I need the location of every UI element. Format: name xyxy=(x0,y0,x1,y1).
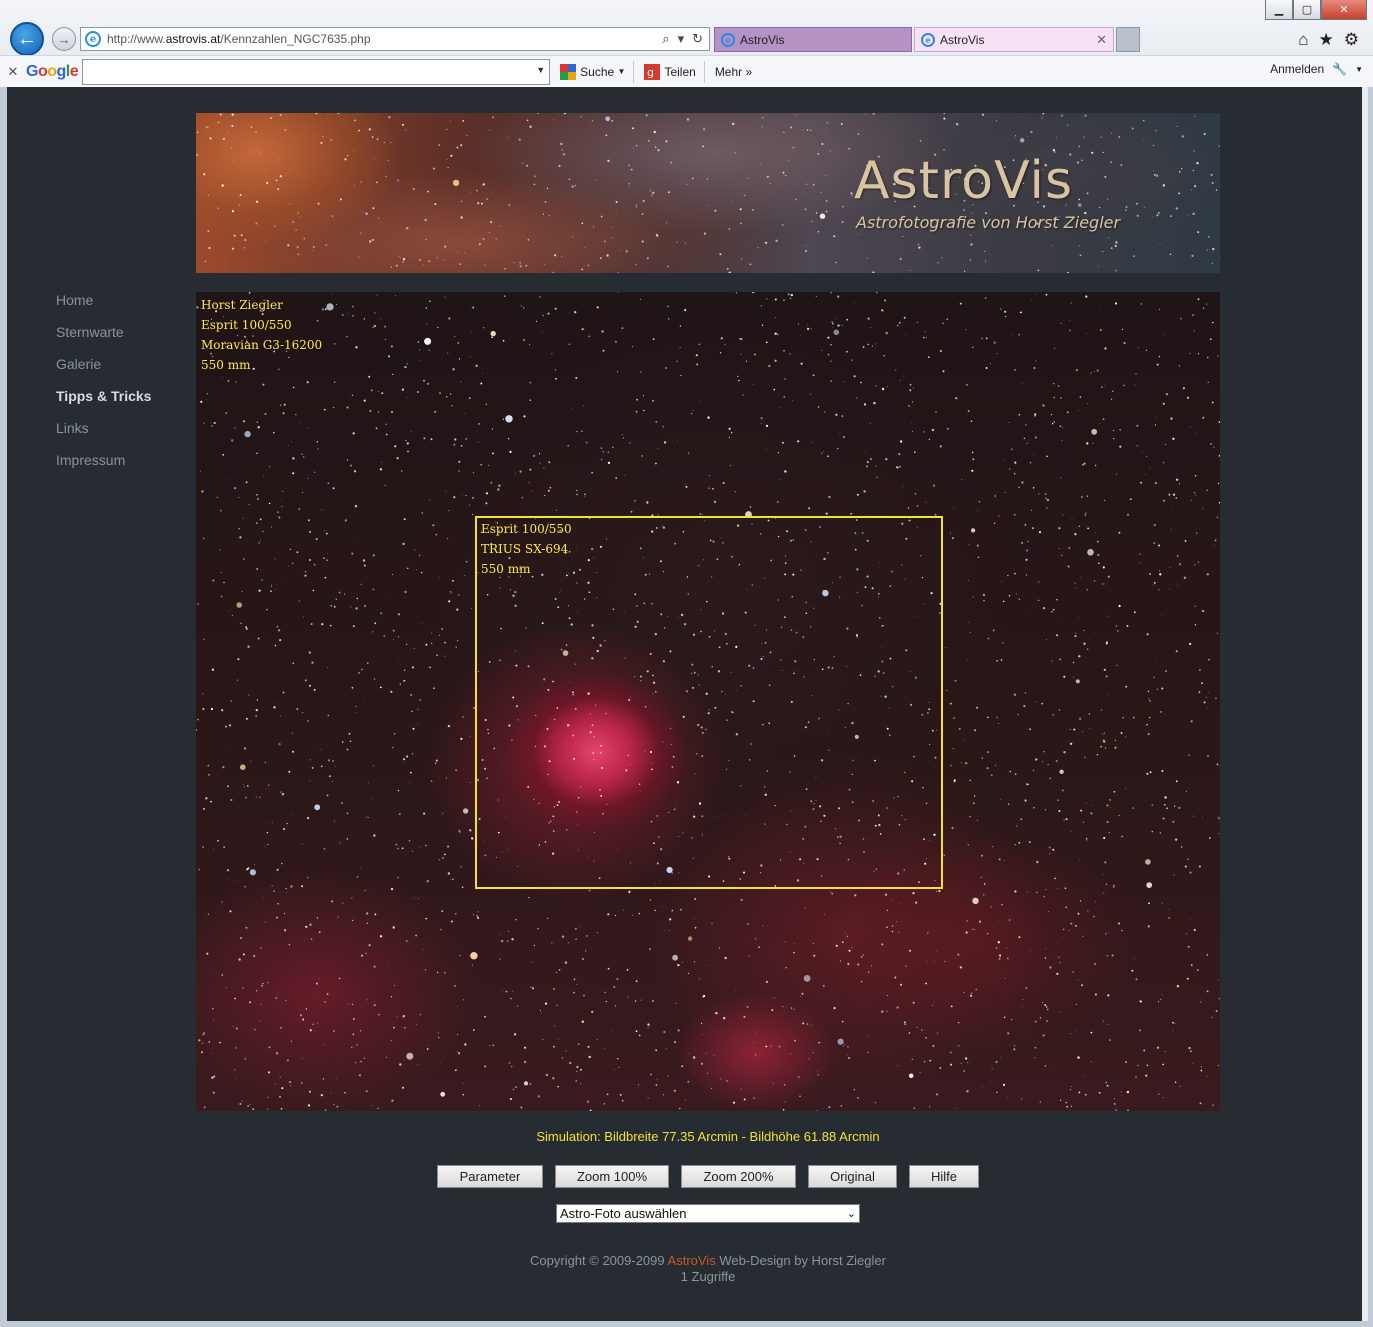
nav-sternwarte[interactable]: Sternwarte xyxy=(56,322,151,354)
url-text[interactable]: http://www.astrovis.at/Kennzahlen_NGC763… xyxy=(107,32,662,46)
zoom-100-button[interactable]: Zoom 100% xyxy=(555,1165,669,1188)
ie-tab-icon: e xyxy=(921,32,935,47)
sim-camera: TRIUS SX-694 xyxy=(481,542,569,556)
chevron-down-icon[interactable]: ▼ xyxy=(536,65,545,75)
nav-impressum[interactable]: Impressum xyxy=(56,450,151,482)
overlay-telescope: Esprit 100/550 xyxy=(201,318,292,332)
chevron-down-icon[interactable]: ▼ xyxy=(1355,65,1363,74)
google-search-label: Suche xyxy=(580,64,615,79)
dropdown-icon[interactable]: ▾ xyxy=(678,31,685,47)
share-button[interactable]: g Teilen xyxy=(640,60,699,84)
url-domain: astrovis.at xyxy=(165,32,221,46)
home-icon[interactable]: ⌂ xyxy=(1298,30,1308,50)
site-banner: AstroVis Astrofotografie von Horst Ziegl… xyxy=(196,113,1220,273)
photo-select[interactable]: Astro-Foto auswählen ⌄ xyxy=(556,1204,860,1223)
footer: Copyright © 2009-2099 AstroVis Web-Desig… xyxy=(196,1253,1220,1285)
sim-telescope: Esprit 100/550 xyxy=(481,522,572,536)
search-icon[interactable]: ⌕ xyxy=(662,31,669,47)
page-viewport: AstroVis Astrofotografie von Horst Ziegl… xyxy=(7,87,1368,1321)
help-button[interactable]: Hilfe xyxy=(909,1165,979,1188)
simulation-overlay: Esprit 100/550 TRIUS SX-694 550 mm xyxy=(481,519,572,579)
more-label: Mehr » xyxy=(714,64,753,79)
astro-photo: Horst Ziegler Esprit 100/550 Moravian G3… xyxy=(196,292,1220,1111)
nav-galerie[interactable]: Galerie xyxy=(56,354,151,386)
nav-home[interactable]: Home xyxy=(56,290,151,322)
svg-text:g: g xyxy=(647,66,654,79)
wrench-icon[interactable]: 🔧 xyxy=(1332,62,1347,76)
simulation-caption: Simulation: Bildbreite 77.35 Arcmin - Bi… xyxy=(536,1129,880,1144)
copyright-prefix: Copyright © 2009-2099 xyxy=(530,1253,668,1268)
site-subtitle: Astrofotografie von Horst Ziegler xyxy=(856,213,1121,232)
chevron-down-icon: ▼ xyxy=(617,67,626,76)
signin-link[interactable]: Anmelden xyxy=(1270,62,1324,76)
ie-page-icon: e xyxy=(85,31,101,47)
copyright: Copyright © 2009-2099 AstroVis Web-Desig… xyxy=(196,1253,1220,1269)
simulation-frame: Esprit 100/550 TRIUS SX-694 550 mm xyxy=(475,516,943,889)
zoom-200-button[interactable]: Zoom 200% xyxy=(681,1165,796,1188)
visit-counter: 1 Zugriffe xyxy=(680,1269,736,1284)
overlay-focal-length: 550 mm xyxy=(201,358,251,372)
close-tab-icon[interactable]: ✕ xyxy=(1096,32,1107,48)
share-icon: g xyxy=(644,63,661,80)
share-label: Teilen xyxy=(664,64,696,79)
more-button[interactable]: Mehr » xyxy=(711,60,756,84)
favorites-star-icon[interactable]: ★ xyxy=(1319,30,1334,50)
browser-toolbar-icons: ⌂ ★ ⚙ xyxy=(1298,30,1359,50)
overlay-author: Horst Ziegler xyxy=(201,298,283,312)
back-button[interactable]: ← xyxy=(10,22,44,56)
forward-button[interactable]: → xyxy=(52,27,76,51)
window-border-left xyxy=(0,87,7,1327)
view-buttons: Parameter Zoom 100% Zoom 200% Original H… xyxy=(196,1165,1220,1188)
nav-links[interactable]: Links xyxy=(56,418,151,450)
refresh-icon[interactable]: ↻ xyxy=(692,31,703,47)
minimize-button[interactable]: ▁ xyxy=(1265,0,1293,20)
browser-chrome: ▁ ▢ ✕ ← → e http://www.astrovis.at/Kennz… xyxy=(0,0,1373,87)
google-logo: Google xyxy=(26,62,79,80)
address-bar[interactable]: e http://www.astrovis.at/Kennzahlen_NGC7… xyxy=(80,27,710,51)
url-prefix: http://www. xyxy=(107,32,166,46)
window-border-right xyxy=(1368,87,1373,1327)
close-window-button[interactable]: ✕ xyxy=(1321,0,1367,20)
window-controls: ▁ ▢ ✕ xyxy=(1265,0,1367,20)
original-button[interactable]: Original xyxy=(808,1165,897,1188)
scrollbar[interactable] xyxy=(1362,87,1368,1321)
window-border-bottom xyxy=(0,1321,1373,1327)
forward-arrow-icon: → xyxy=(57,31,71,47)
photo-equipment-overlay: Horst Ziegler Esprit 100/550 Moravian G3… xyxy=(201,295,322,375)
google-toolbar: ✕ Google ▼ Suche ▼ g Teilen Mehr » Anmel… xyxy=(0,55,1373,87)
tab-astrovis-1[interactable]: e AstroVis xyxy=(714,27,912,52)
tab-title: AstroVis xyxy=(740,32,785,47)
url-path: /Kennzahlen_NGC7635.php xyxy=(220,32,371,46)
new-tab-button[interactable] xyxy=(1116,27,1140,52)
tab-title: AstroVis xyxy=(940,32,985,47)
parameter-button[interactable]: Parameter xyxy=(437,1165,543,1188)
copyright-brand[interactable]: AstroVis xyxy=(668,1253,716,1268)
close-toolbar-icon[interactable]: ✕ xyxy=(0,64,26,80)
tab-astrovis-2[interactable]: e AstroVis ✕ xyxy=(914,27,1114,52)
site-title: AstroVis xyxy=(854,151,1074,211)
back-arrow-icon: ← xyxy=(17,27,37,50)
main-nav: Home Sternwarte Galerie Tipps & Tricks L… xyxy=(56,290,151,482)
sim-focal-length: 550 mm xyxy=(481,562,531,576)
chevron-down-icon: ⌄ xyxy=(846,1208,856,1220)
photo-select-value: Astro-Foto auswählen xyxy=(560,1206,687,1221)
gear-icon[interactable]: ⚙ xyxy=(1344,30,1359,50)
google-search-input[interactable]: ▼ xyxy=(82,58,551,85)
google-color-icon xyxy=(560,63,577,80)
toolbar-divider xyxy=(703,60,705,83)
copyright-suffix: Web-Design by Horst Ziegler xyxy=(715,1253,886,1268)
maximize-button[interactable]: ▢ xyxy=(1293,0,1321,20)
ie-tab-icon: e xyxy=(721,32,735,47)
google-search-button[interactable]: Suche ▼ xyxy=(556,60,629,84)
nav-tipps-tricks[interactable]: Tipps & Tricks xyxy=(56,386,151,418)
toolbar-divider xyxy=(633,60,635,83)
overlay-camera: Moravian G3-16200 xyxy=(201,338,323,352)
